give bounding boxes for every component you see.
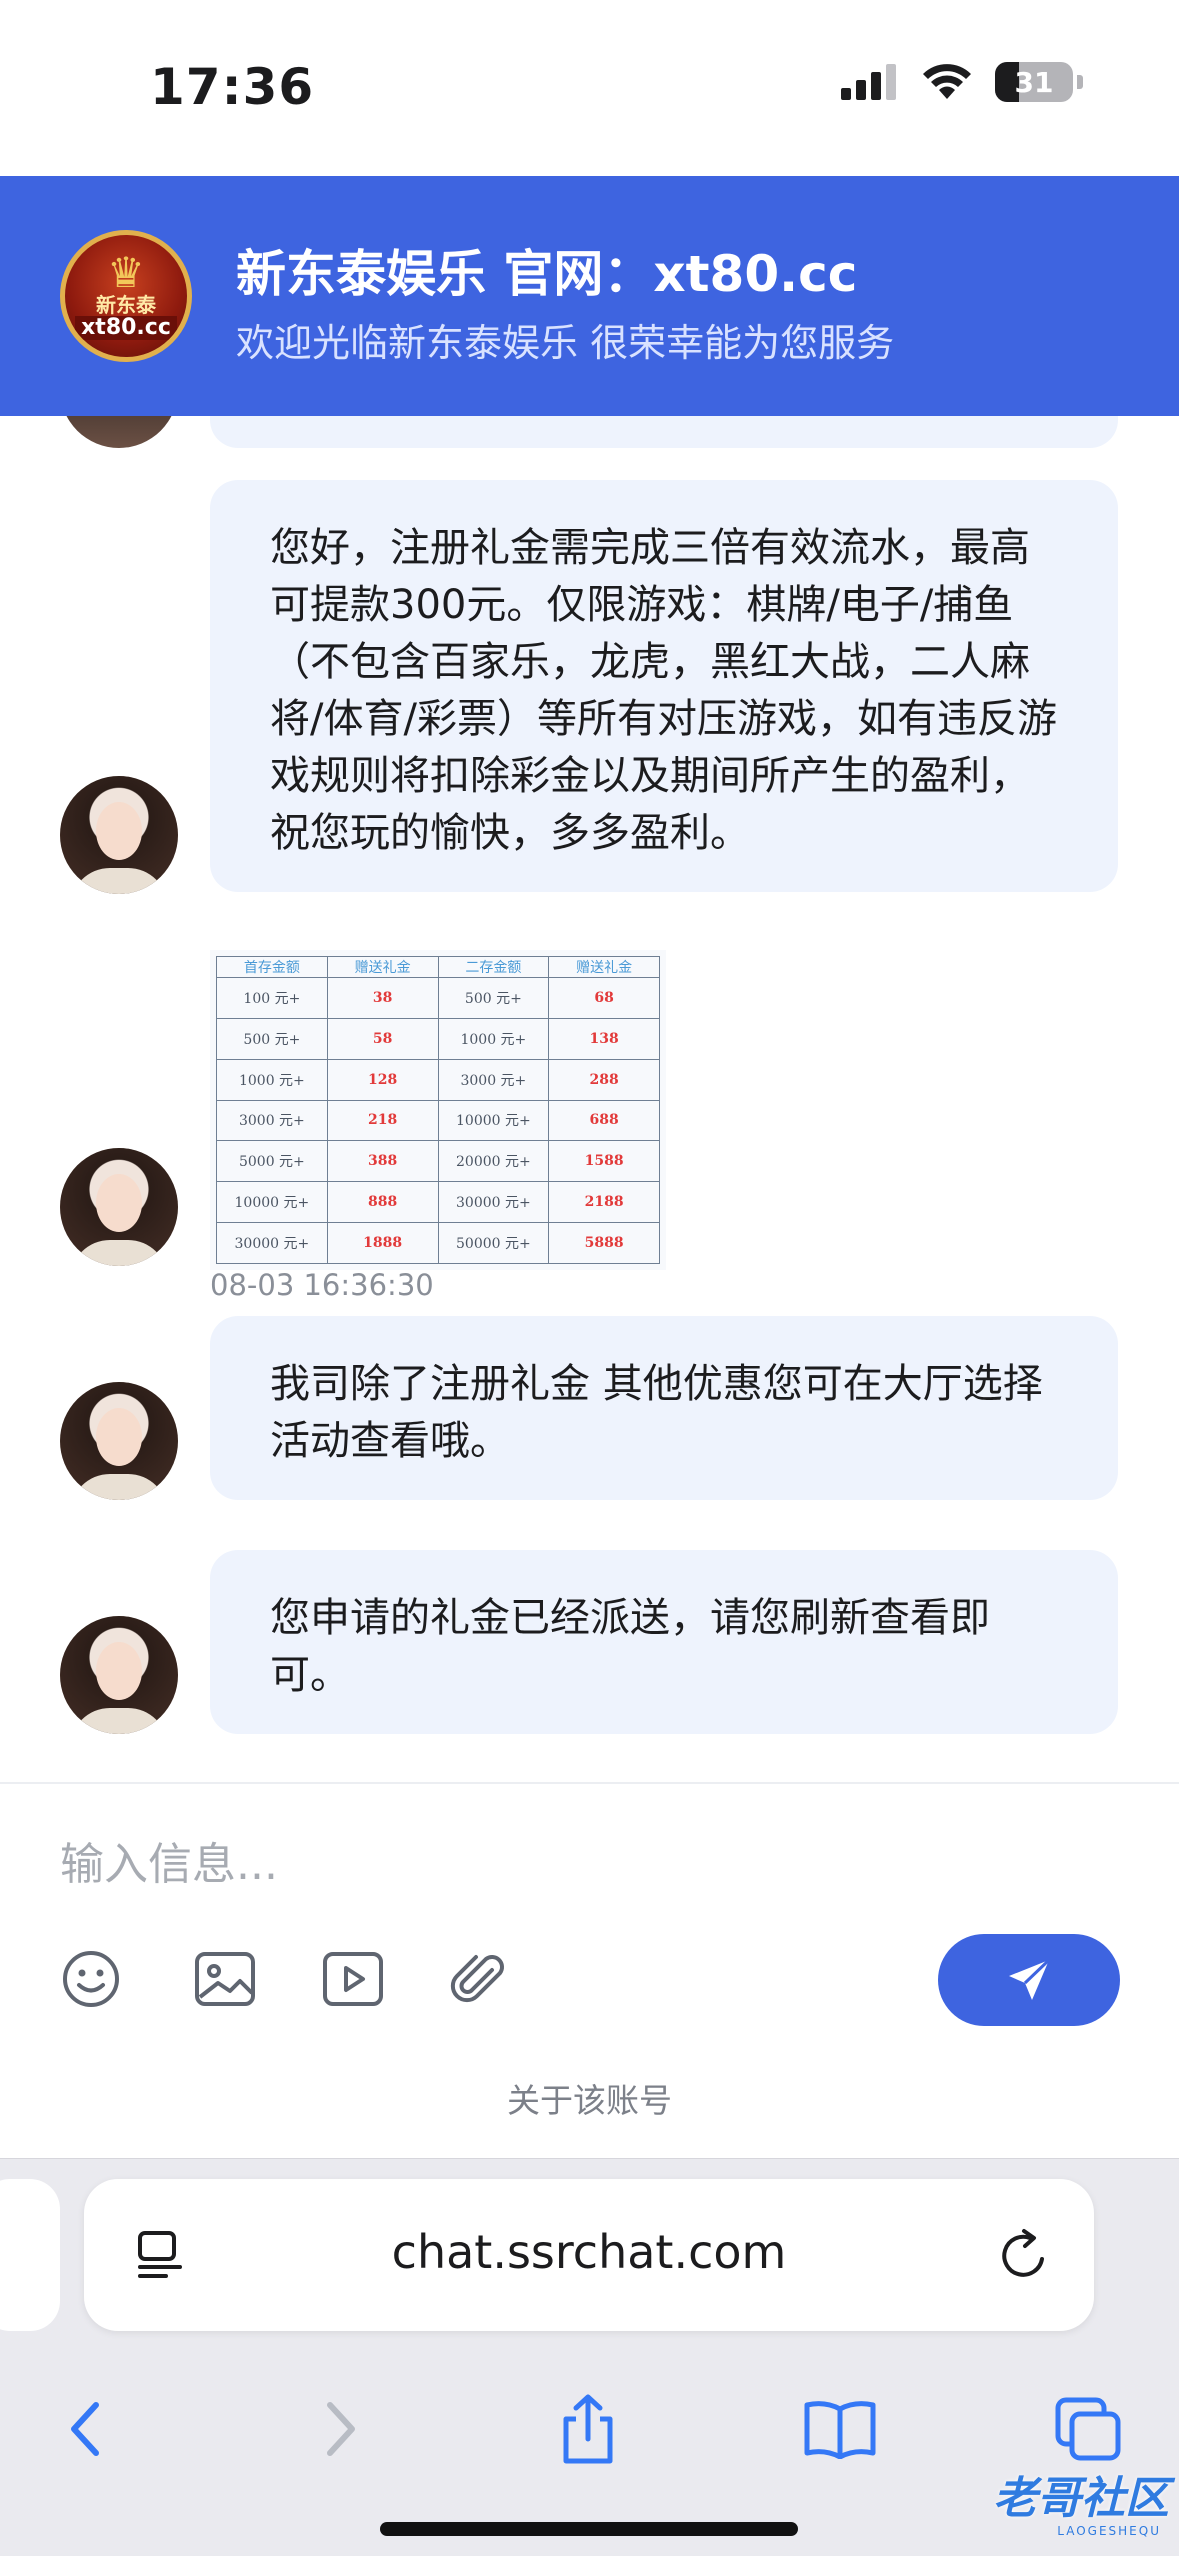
wifi-icon	[923, 64, 971, 99]
url-text[interactable]: chat.ssrchat.com	[84, 2225, 1094, 2279]
image-icon	[195, 1952, 255, 2006]
attachment-button[interactable]	[444, 1944, 514, 2014]
table-row: 30000 元+ 1888 50000 元+ 5888	[216, 1222, 660, 1264]
table-cell: 3000 元+	[216, 1099, 328, 1142]
send-icon	[1009, 1958, 1051, 2000]
battery-icon: 31	[995, 62, 1073, 102]
table-cell: 2188	[548, 1181, 660, 1224]
table-cell: 5000 元+	[216, 1140, 328, 1183]
status-bar: 17:36 31	[0, 0, 1179, 176]
table-row: 100 元+ 38 500 元+ 68	[216, 977, 660, 1019]
header-subtitle: 欢迎光临新东泰娱乐 很荣幸能为您服务	[236, 321, 895, 365]
bonus-table: 首存金额 赠送礼金 二存金额 赠送礼金 100 元+ 38 500 元+ 68 500 …	[216, 956, 660, 1264]
send-button[interactable]	[938, 1934, 1120, 2026]
table-cell: 30000 元+	[437, 1181, 550, 1224]
table-cell: 20000 元+	[437, 1140, 550, 1183]
share-icon	[563, 2394, 613, 2464]
table-cell: 100 元+	[216, 977, 328, 1019]
table-cell: 688	[548, 1099, 660, 1142]
table-row: 1000 元+ 128 3000 元+ 288	[216, 1058, 660, 1101]
table-cell: 38	[326, 977, 439, 1019]
message-bubble: 您好，注册礼金需完成三倍有效流水，最高可提款300元。仅限游戏：棋牌/电子/捕鱼…	[210, 480, 1118, 892]
table-row: 500 元+ 58 1000 元+ 138	[216, 1017, 660, 1060]
message-timestamp: 08-03 16:36:30	[210, 1268, 434, 1302]
bookmarks-icon	[804, 2401, 876, 2459]
table-cell: 138	[548, 1017, 660, 1060]
table-cell: 68	[548, 977, 660, 1019]
back-button[interactable]	[46, 2389, 126, 2469]
table-header: 首存金额	[216, 956, 328, 978]
message-composer: 关于该账号	[0, 1782, 1179, 2158]
logo-domain-text: xt80.cc	[75, 315, 177, 341]
table-cell: 388	[326, 1140, 439, 1183]
header-title: 新东泰娱乐 官网：xt80.cc	[236, 245, 858, 303]
previous-tab-peek[interactable]	[0, 2179, 60, 2331]
back-icon	[71, 2402, 99, 2456]
emoji-button[interactable]	[56, 1944, 126, 2014]
table-row: 3000 元+ 218 10000 元+ 688	[216, 1099, 660, 1142]
table-cell: 10000 元+	[437, 1099, 550, 1142]
battery-percent: 31	[1014, 65, 1054, 99]
message-list[interactable]: 您好，注册礼金需完成三倍有效流水，最高可提款300元。仅限游戏：棋牌/电子/捕鱼…	[0, 416, 1179, 1782]
video-icon	[323, 1952, 383, 2006]
table-cell: 58	[326, 1017, 439, 1060]
home-indicator	[380, 2522, 798, 2536]
table-cell: 30000 元+	[216, 1222, 328, 1264]
table-cell: 5888	[548, 1222, 660, 1264]
message-input[interactable]	[60, 1824, 1120, 1904]
forward-button[interactable]	[300, 2389, 380, 2469]
table-row: 5000 元+ 388 20000 元+ 1588	[216, 1140, 660, 1183]
lion-crest-icon: ♛	[107, 247, 145, 297]
status-time: 17:36	[150, 58, 315, 116]
address-bar[interactable]: chat.ssrchat.com	[84, 2179, 1094, 2331]
table-cell: 1000 元+	[437, 1017, 550, 1060]
chat-header: ♛ 新东泰 xt80.cc 新东泰娱乐 官网：xt80.cc 欢迎光临新东泰娱乐…	[0, 176, 1179, 416]
table-cell: 288	[548, 1058, 660, 1101]
table-cell: 1888	[326, 1222, 439, 1264]
message-bubble: 我司除了注册礼金 其他优惠您可在大厅选择活动查看哦。	[210, 1316, 1118, 1500]
table-cell: 500 元+	[216, 1017, 328, 1060]
agent-avatar	[60, 1616, 178, 1734]
tabs-icon	[1055, 2397, 1121, 2461]
watermark-logo: 老哥社区	[993, 2473, 1169, 2524]
attachment-icon	[450, 1955, 504, 2003]
brand-logo: ♛ 新东泰 xt80.cc	[60, 230, 192, 362]
table-header: 赠送礼金	[548, 956, 660, 978]
browser-toolbar: chat.ssrchat.com 老哥社区 LAOGESHEQU	[0, 2158, 1179, 2556]
reload-icon[interactable]	[994, 2225, 1054, 2285]
status-icons: 31	[841, 62, 1083, 102]
forward-icon	[327, 2402, 355, 2456]
cellular-signal-icon	[841, 64, 896, 100]
bookmarks-button[interactable]	[800, 2389, 880, 2469]
image-button[interactable]	[190, 1944, 260, 2014]
table-cell: 128	[326, 1058, 439, 1101]
share-button[interactable]	[548, 2389, 628, 2469]
table-header: 二存金额	[437, 956, 550, 978]
message-bubble-partial	[210, 416, 1118, 448]
table-header: 赠送礼金	[326, 956, 439, 978]
table-cell: 50000 元+	[437, 1222, 550, 1264]
logo-brand-text: 新东泰	[96, 292, 156, 317]
table-cell: 10000 元+	[216, 1181, 328, 1224]
message-bubble: 您申请的礼金已经派送，请您刷新查看即可。	[210, 1550, 1118, 1734]
agent-avatar	[60, 776, 178, 894]
table-cell: 500 元+	[437, 977, 550, 1019]
agent-avatar	[60, 1148, 178, 1266]
avatar	[60, 416, 178, 448]
bonus-table-image[interactable]: 首存金额 赠送礼金 二存金额 赠送礼金 100 元+ 38 500 元+ 68 500 …	[210, 950, 666, 1270]
about-account-link[interactable]: 关于该账号	[0, 2074, 1179, 2122]
table-cell: 3000 元+	[437, 1058, 550, 1101]
table-cell: 218	[326, 1099, 439, 1142]
table-cell: 1000 元+	[216, 1058, 328, 1101]
tabs-button[interactable]	[1048, 2389, 1128, 2469]
battery-tip	[1077, 75, 1083, 89]
table-cell: 1588	[548, 1140, 660, 1183]
table-cell: 888	[326, 1181, 439, 1224]
watermark-subtext: LAOGESHEQU	[1057, 2524, 1161, 2538]
video-button[interactable]	[318, 1944, 388, 2014]
emoji-icon	[63, 1951, 119, 2007]
agent-avatar	[60, 1382, 178, 1500]
table-row: 10000 元+ 888 30000 元+ 2188	[216, 1181, 660, 1224]
